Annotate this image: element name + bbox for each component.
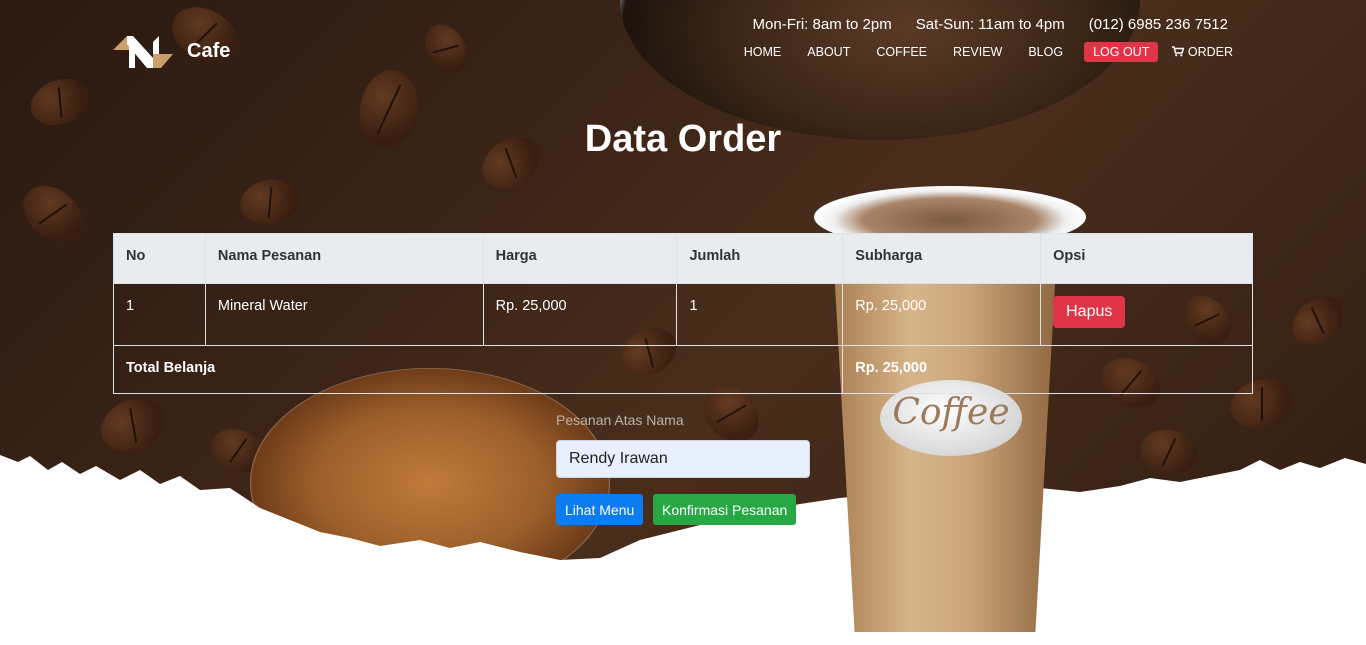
total-label: Total Belanja [112, 345, 844, 394]
table-header-row: No Nama Pesanan Harga Jumlah Subharga Op… [113, 233, 1253, 284]
column-header: Subharga [842, 233, 1042, 284]
cell-no: 1 [113, 283, 206, 346]
nav-about[interactable]: ABOUT [794, 42, 863, 62]
nav-blog[interactable]: BLOG [1015, 42, 1076, 62]
column-header: Nama Pesanan [204, 233, 484, 284]
cell-opsi: Hapus [1040, 283, 1253, 346]
confirm-order-button[interactable]: Konfirmasi Pesanan [653, 494, 797, 525]
name-input[interactable] [556, 440, 810, 478]
total-value: Rp. 25,000 [842, 345, 1253, 394]
weekend-hours: Sat-Sun: 11am to 4pm [915, 16, 1065, 33]
nav-coffee[interactable]: COFFEE [863, 42, 940, 62]
weekday-hours: Mon-Fri: 8am to 2pm [752, 16, 892, 33]
column-header: Harga [482, 233, 678, 284]
brand-name[interactable]: Cafe [187, 40, 230, 63]
nav-order[interactable]: ORDER [1166, 42, 1246, 62]
cell-jumlah: 1 [676, 283, 844, 346]
cell-nama: Mineral Water [204, 283, 484, 346]
logout-button[interactable]: LOG OUT [1084, 42, 1159, 62]
view-menu-button[interactable]: Lihat Menu [556, 494, 644, 525]
total-row: Total Belanja Rp. 25,000 [112, 345, 1253, 394]
nav-order-label: ORDER [1187, 45, 1233, 59]
phone-number: (012) 6985 236 7512 [1088, 16, 1228, 33]
table-row: 1 Mineral Water Rp. 25,000 1 Rp. 25,000 … [113, 283, 1253, 346]
nav-review[interactable]: REVIEW [940, 42, 1015, 62]
name-field-label: Pesanan Atas Nama [556, 412, 684, 428]
column-header: No [113, 233, 206, 284]
top-info-bar: Mon-Fri: 8am to 2pm Sat-Sun: 11am to 4pm… [753, 16, 1228, 33]
page-title: Data Order [584, 118, 782, 160]
cell-subharga: Rp. 25,000 [842, 283, 1042, 346]
nav-home[interactable]: HOME [731, 42, 795, 62]
main-nav: HOME ABOUT COFFEE REVIEW BLOG LOG OUT OR… [731, 42, 1246, 62]
cart-icon [1172, 46, 1185, 57]
order-table: No Nama Pesanan Harga Jumlah Subharga Op… [112, 233, 1253, 394]
cafe-logo-icon [113, 36, 173, 68]
column-header: Jumlah [676, 233, 844, 284]
delete-button[interactable]: Hapus [1053, 296, 1126, 328]
cell-harga: Rp. 25,000 [482, 283, 678, 346]
column-header: Opsi [1040, 233, 1253, 284]
cup-label-text: Coffee [892, 392, 1010, 433]
